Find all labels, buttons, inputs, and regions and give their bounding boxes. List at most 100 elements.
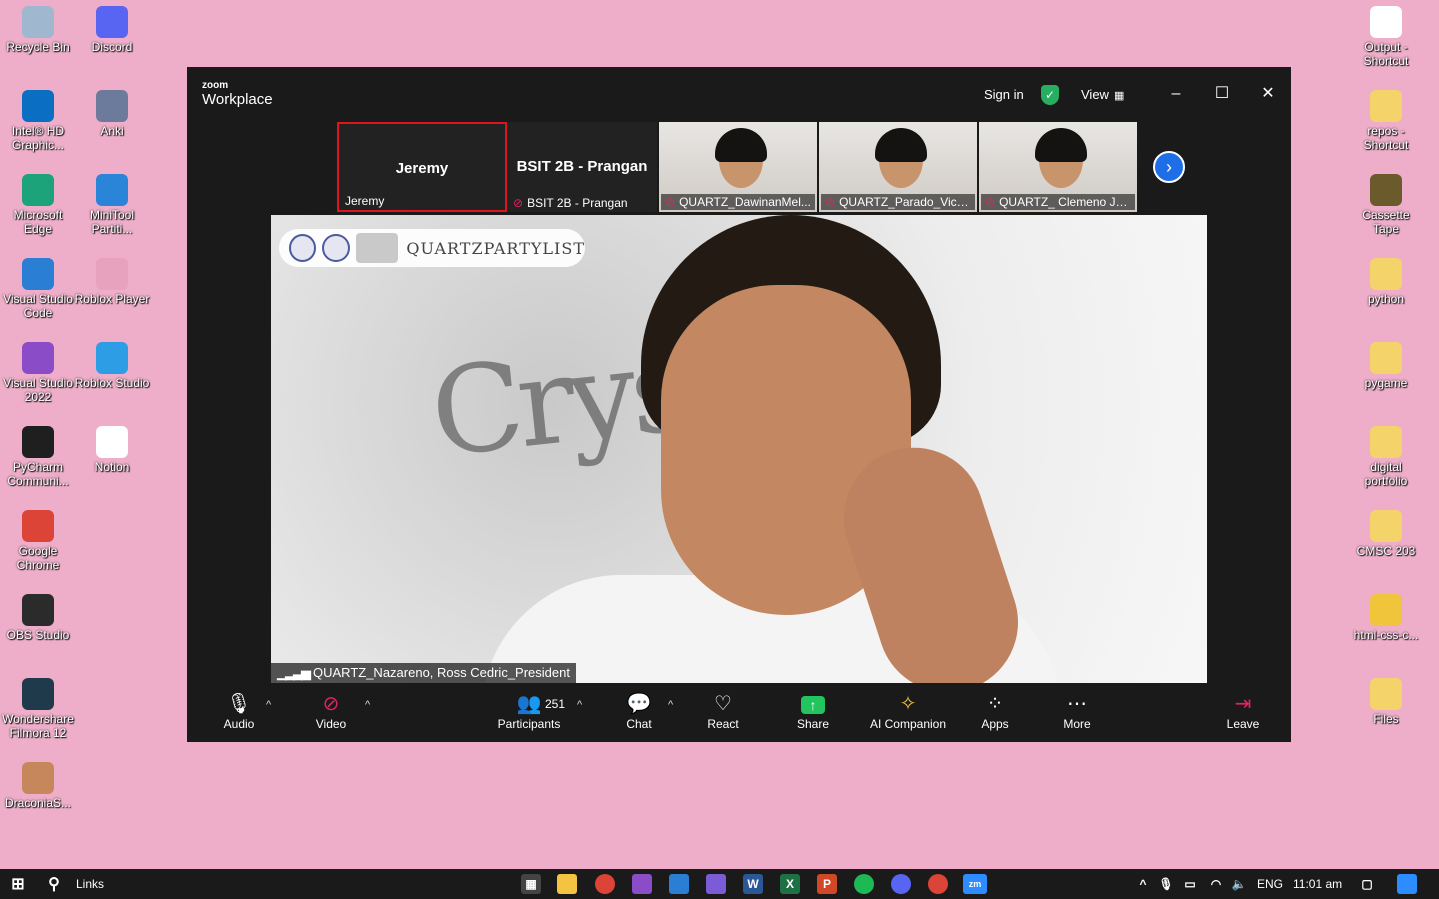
share-button[interactable]: ↑ Share [793, 691, 833, 731]
desktop-icon[interactable]: Anki [74, 90, 150, 138]
zoom-taskbar-icon[interactable]: zm [963, 874, 987, 894]
desktop-icon[interactable]: PyCharm Communi... [0, 426, 76, 488]
video-off-icon: ⊘ [322, 693, 340, 715]
video-button[interactable]: ⊘ Video [313, 691, 349, 731]
desktop-icon-label: pygame [1364, 376, 1408, 390]
desktop-icon[interactable]: python [1348, 258, 1424, 306]
more-button[interactable]: ⋯ More [1059, 691, 1095, 731]
desktop-icon-label: html-css-c... [1353, 628, 1419, 642]
participants-options-caret-icon[interactable]: ^ [577, 699, 582, 711]
folder-icon [1370, 510, 1402, 542]
desktop-icon[interactable]: Roblox Studio [74, 342, 150, 390]
maximize-button[interactable]: ☐ [1211, 83, 1233, 105]
visual-studio-taskbar-icon[interactable] [632, 874, 652, 894]
sign-in-button[interactable]: Sign in [984, 87, 1024, 102]
ai-companion-label: AI Companion [869, 717, 947, 731]
chat-button[interactable]: 💬 Chat [621, 691, 657, 731]
participant-thumbnail[interactable]: Jeremy Jeremy [337, 122, 507, 212]
shield-check-icon[interactable]: ✓ [1041, 85, 1059, 105]
grid-view-icon[interactable]: ▦ [1114, 89, 1124, 102]
task-view-icon[interactable]: ▦ [521, 874, 541, 894]
discord-taskbar-icon[interactable] [891, 874, 911, 894]
minitool-icon [96, 174, 128, 206]
desktop-icon[interactable]: DraconiaS... [0, 762, 76, 810]
desktop-icon[interactable]: Files [1348, 678, 1424, 726]
desktop-icon[interactable]: Cassette Tape [1348, 174, 1424, 236]
apps-button[interactable]: ⁘ Apps [977, 691, 1013, 731]
desktop-icon-label: Output - Shortcut [1363, 40, 1409, 68]
mic-tray-icon[interactable]: 🎙 [1156, 874, 1176, 894]
roblox-player-icon [96, 258, 128, 290]
desktop-icon[interactable]: Google Chrome [0, 510, 76, 572]
desktop-icon[interactable]: Wondershare Filmora 12 [0, 678, 76, 740]
view-button[interactable]: View [1081, 87, 1109, 102]
audio-button[interactable]: 🎙 Audio [221, 691, 257, 731]
desktop-icon[interactable]: pygame [1348, 342, 1424, 390]
mic-muted-icon: ⊘ [985, 195, 996, 209]
start-button[interactable]: ⊞ [8, 874, 28, 894]
app-tray-icon[interactable] [1397, 874, 1417, 894]
desktop-icon[interactable]: Visual Studio Code [0, 258, 76, 320]
notifications-icon[interactable]: ▢ [1357, 874, 1377, 894]
chat-icon: 💬 [626, 693, 652, 715]
excel-taskbar-icon[interactable]: X [780, 874, 800, 894]
folder-icon [1370, 342, 1402, 374]
word-taskbar-icon[interactable]: W [743, 874, 763, 894]
chat-options-caret-icon[interactable]: ^ [668, 699, 673, 711]
desktop-icon[interactable]: Visual Studio 2022 [0, 342, 76, 404]
participant-thumbnail[interactable]: BSIT 2B - Prangan ⊘ BSIT 2B - Prangan [507, 122, 657, 212]
next-page-button[interactable]: › [1153, 151, 1185, 183]
powerpoint-taskbar-icon[interactable]: P [817, 874, 837, 894]
app-taskbar-icon[interactable] [706, 874, 726, 894]
chrome-profile-taskbar-icon[interactable] [928, 874, 948, 894]
desktop-icon[interactable]: Discord [74, 6, 150, 54]
participant-thumbnail[interactable]: ⊘ QUARTZ_DawinanMel... [659, 122, 817, 212]
edge-icon [22, 174, 54, 206]
tray-overflow-icon[interactable]: ^ [1133, 874, 1153, 894]
desktop-icon[interactable]: digital portfolio [1348, 426, 1424, 488]
video-options-caret-icon[interactable]: ^ [365, 699, 370, 711]
file-explorer-icon[interactable] [557, 874, 577, 894]
desktop-icon[interactable]: Intel® HD Graphic... [0, 90, 76, 152]
volume-icon[interactable]: 🔈 [1229, 874, 1249, 894]
desktop-icon-label: MiniTool Partiti... [89, 208, 134, 236]
desktop-icon-label: python [1367, 292, 1405, 306]
desktop-icon[interactable]: OBS Studio [0, 594, 76, 642]
desktop-icon[interactable]: Notion [74, 426, 150, 474]
desktop-icon[interactable]: Recycle Bin [0, 6, 76, 54]
search-label[interactable]: Links [76, 877, 104, 891]
minimize-button[interactable]: – [1165, 83, 1187, 105]
audio-options-caret-icon[interactable]: ^ [266, 699, 271, 711]
battery-icon[interactable]: ▭ [1180, 874, 1200, 894]
clock[interactable]: 11:01 am [1293, 877, 1342, 891]
wifi-icon[interactable]: ◠ [1206, 874, 1226, 894]
participant-count: 251 [545, 697, 566, 711]
speaker-name-tag: ▁▂▃▅ QUARTZ_Nazareno, Ross Cedric_Preside… [271, 663, 576, 683]
desktop-icon[interactable]: Microsoft Edge [0, 174, 76, 236]
vscode-taskbar-icon[interactable] [669, 874, 689, 894]
leave-button[interactable]: ⇥ Leave [1225, 691, 1261, 731]
desktop-icon-label: Anki [100, 124, 124, 138]
shortcut-icon [1370, 6, 1402, 38]
desktop-icon-label: Visual Studio 2022 [3, 376, 73, 404]
participant-thumbnail[interactable]: ⊘ QUARTZ_Parado_Vice... [819, 122, 977, 212]
desktop-icon[interactable]: Roblox Player [74, 258, 150, 306]
chrome-taskbar-icon[interactable] [595, 874, 615, 894]
mic-muted-icon: ⊘ [513, 196, 524, 210]
apps-label: Apps [981, 717, 1009, 731]
signal-bars-icon: ▁▂▃▅ [277, 665, 311, 680]
desktop-icon[interactable]: html-css-c... [1348, 594, 1424, 642]
desktop-icon-label: DraconiaS... [4, 796, 72, 810]
desktop-icon[interactable]: MiniTool Partiti... [74, 174, 150, 236]
search-icon[interactable]: ⚲ [44, 874, 64, 894]
react-button[interactable]: ♡ React [705, 691, 741, 731]
close-button[interactable]: ✕ [1257, 83, 1279, 105]
desktop-icon-label: Notion [94, 460, 130, 474]
desktop-icon[interactable]: CMSC 203 [1348, 510, 1424, 558]
desktop-icon[interactable]: Output - Shortcut [1348, 6, 1424, 68]
participant-thumbnail[interactable]: ⊘ QUARTZ_ Clemeno Ja... [979, 122, 1137, 212]
ai-companion-button[interactable]: ✧ AI Companion [865, 691, 951, 731]
spotify-taskbar-icon[interactable] [854, 874, 874, 894]
language-indicator[interactable]: ENG [1257, 877, 1283, 891]
desktop-icon[interactable]: repos - Shortcut [1348, 90, 1424, 152]
